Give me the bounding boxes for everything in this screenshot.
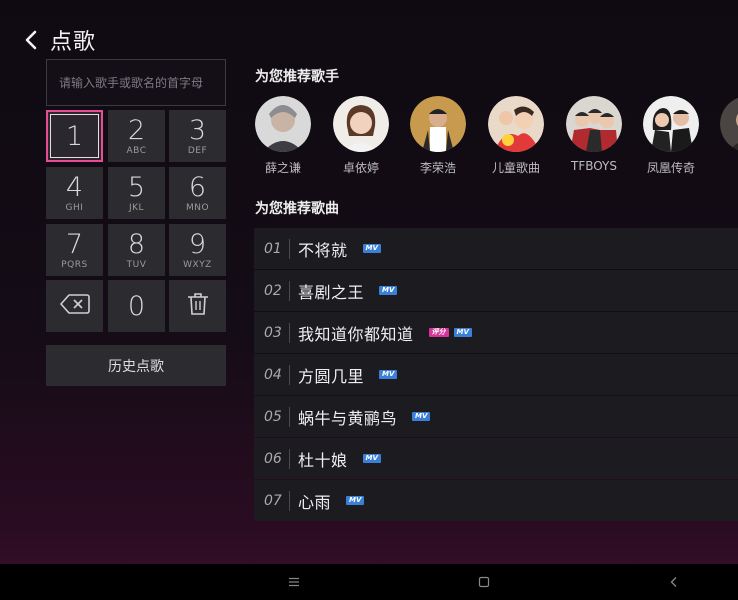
key-8[interactable]: 8 TUV bbox=[108, 224, 165, 276]
avatar bbox=[566, 96, 622, 152]
artist-name: 儿童歌曲 bbox=[491, 161, 540, 175]
key-0[interactable]: 0 bbox=[108, 280, 165, 332]
song-row[interactable]: 07 心雨 MV bbox=[254, 480, 738, 521]
mv-badge: MV bbox=[346, 496, 365, 505]
song-row[interactable]: 03 我知道你都知道 评分 MV bbox=[254, 312, 738, 353]
history-button[interactable]: 历史点歌 bbox=[46, 345, 226, 386]
top-bar: 点歌 bbox=[24, 22, 96, 58]
key-letters: MNO bbox=[185, 202, 210, 213]
song-title: 心雨 bbox=[298, 492, 332, 512]
home-icon[interactable] bbox=[476, 574, 492, 590]
key-letters: JKL bbox=[128, 202, 145, 213]
artist-list: 薛之谦 卓依婷 李荣浩 儿童歌曲 TFBOYS 凤凰传奇 筷 bbox=[254, 96, 738, 180]
key-digit: 8 bbox=[127, 228, 146, 260]
artist-item[interactable]: TFBOYS bbox=[561, 96, 627, 173]
artist-name: 李荣浩 bbox=[419, 161, 456, 175]
key-digit: 7 bbox=[65, 228, 84, 260]
key-letters: PQRS bbox=[61, 259, 88, 270]
divider bbox=[289, 364, 290, 385]
song-title: 我知道你都知道 bbox=[298, 324, 414, 344]
artist-item[interactable]: 薛之谦 bbox=[254, 96, 316, 176]
mv-badge: MV bbox=[362, 244, 381, 253]
key-letters: TUV bbox=[126, 259, 147, 270]
divider bbox=[289, 406, 290, 427]
key-4[interactable]: 4 GHI bbox=[46, 167, 103, 219]
song-number: 06 bbox=[264, 450, 282, 467]
key-digit: 0 bbox=[127, 290, 146, 322]
song-title: 杜十娘 bbox=[298, 450, 348, 470]
song-row[interactable]: 02 喜剧之王 MV bbox=[254, 270, 738, 311]
divider bbox=[289, 448, 290, 469]
avatar bbox=[488, 96, 544, 152]
key-6[interactable]: 6 MNO bbox=[169, 167, 226, 219]
artist-item[interactable]: 卓依婷 bbox=[328, 96, 394, 176]
song-number: 02 bbox=[264, 282, 282, 299]
song-number: 01 bbox=[264, 240, 282, 257]
artist-item[interactable]: 凤凰传奇 bbox=[638, 96, 704, 176]
key-digit: 2 bbox=[127, 114, 146, 146]
avatar bbox=[255, 96, 311, 152]
key-letters: GHI bbox=[65, 202, 84, 213]
backspace-icon bbox=[59, 294, 90, 318]
key-digit: 9 bbox=[188, 228, 207, 260]
song-row[interactable]: 04 方圆几里 MV bbox=[254, 354, 738, 395]
key-digit: 4 bbox=[65, 171, 84, 203]
key-1[interactable]: 1 bbox=[46, 110, 103, 162]
artist-name: 薛之谦 bbox=[264, 161, 301, 175]
key-3[interactable]: 3 DEF bbox=[169, 110, 226, 162]
song-row[interactable]: 06 杜十娘 MV bbox=[254, 438, 738, 479]
song-number: 07 bbox=[264, 492, 282, 509]
artist-item[interactable]: 李荣浩 bbox=[405, 96, 471, 176]
system-nav-bar bbox=[0, 564, 738, 600]
mv-badge: MV bbox=[362, 454, 381, 463]
avatar bbox=[643, 96, 699, 152]
artists-section-title: 为您推荐歌手 bbox=[255, 69, 339, 85]
key-letters: WXYZ bbox=[183, 259, 212, 270]
trash-icon bbox=[187, 292, 209, 320]
song-title: 方圆几里 bbox=[298, 366, 365, 386]
song-number: 03 bbox=[264, 324, 282, 341]
mv-badge: MV bbox=[412, 412, 431, 421]
key-letters: ABC bbox=[126, 145, 147, 156]
song-title: 蜗牛与黄鹂鸟 bbox=[298, 408, 398, 428]
menu-icon[interactable] bbox=[286, 574, 302, 590]
artist-item[interactable]: 筷 bbox=[715, 96, 738, 176]
key-7[interactable]: 7 PQRS bbox=[46, 224, 103, 276]
song-row[interactable]: 01 不将就 MV bbox=[254, 228, 738, 269]
backspace-key[interactable] bbox=[46, 280, 103, 332]
artist-item[interactable]: 儿童歌曲 bbox=[483, 96, 549, 176]
search-input[interactable]: 请输入歌手或歌名的首字母 bbox=[46, 59, 226, 106]
key-2[interactable]: 2 ABC bbox=[108, 110, 165, 162]
key-digit: 6 bbox=[188, 171, 207, 203]
song-number: 05 bbox=[264, 408, 282, 425]
song-row[interactable]: 05 蜗牛与黄鹂鸟 MV bbox=[254, 396, 738, 437]
key-9[interactable]: 9 WXYZ bbox=[169, 224, 226, 276]
divider bbox=[289, 322, 290, 343]
key-letters: DEF bbox=[187, 145, 208, 156]
songs-section-title: 为您推荐歌曲 bbox=[255, 201, 339, 217]
back-icon[interactable] bbox=[666, 574, 682, 590]
divider bbox=[289, 490, 290, 511]
chevron-left-icon[interactable] bbox=[24, 26, 46, 54]
divider bbox=[289, 280, 290, 301]
key-digit: 5 bbox=[127, 171, 146, 203]
key-5[interactable]: 5 JKL bbox=[108, 167, 165, 219]
artist-name: 凤凰传奇 bbox=[646, 161, 695, 175]
avatar bbox=[410, 96, 466, 152]
song-number: 04 bbox=[264, 366, 282, 383]
avatar bbox=[333, 96, 389, 152]
mv-badge: MV bbox=[379, 370, 398, 379]
clear-key[interactable] bbox=[169, 280, 226, 332]
page-title: 点歌 bbox=[50, 30, 97, 55]
rating-badge: 评分 bbox=[428, 328, 449, 337]
song-title: 不将就 bbox=[298, 240, 348, 260]
mv-badge: MV bbox=[379, 286, 398, 295]
key-digit: 3 bbox=[188, 114, 207, 146]
artist-name: 卓依婷 bbox=[342, 161, 379, 175]
divider bbox=[289, 238, 290, 259]
artist-name: TFBOYS bbox=[571, 159, 617, 173]
mv-badge: MV bbox=[453, 328, 472, 337]
song-title: 喜剧之王 bbox=[298, 282, 365, 302]
avatar bbox=[720, 96, 738, 152]
